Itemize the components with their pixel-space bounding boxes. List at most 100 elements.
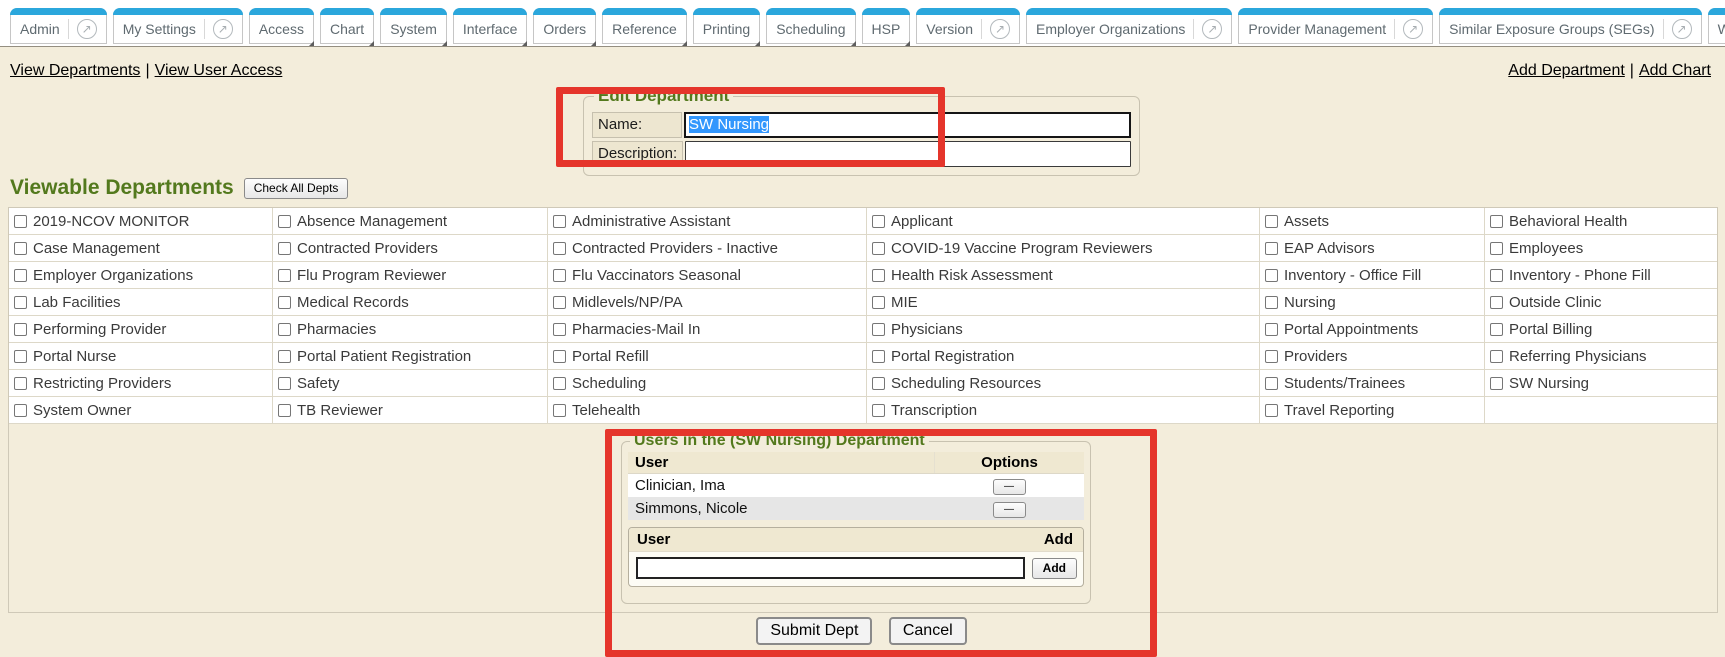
tab-label: Version — [926, 21, 973, 37]
checkbox-pharmacies-mail-in[interactable] — [553, 323, 566, 336]
dept-label: Medical Records — [297, 294, 409, 311]
dept-cell-scheduling: Scheduling — [548, 370, 867, 397]
checkbox-outside-clinic[interactable] — [1490, 296, 1503, 309]
checkbox-sw-nursing[interactable] — [1490, 377, 1503, 390]
checkbox-inventory-office-fill[interactable] — [1265, 269, 1278, 282]
tab-provider-management[interactable]: Provider Management ↗ — [1238, 8, 1433, 44]
checkbox-scheduling[interactable] — [553, 377, 566, 390]
checkbox-inventory-phone-fill[interactable] — [1490, 269, 1503, 282]
external-link-icon[interactable]: ↗ — [213, 19, 233, 39]
external-link-icon[interactable]: ↗ — [1202, 19, 1222, 39]
checkbox-flu-vaccinators-seasonal[interactable] — [553, 269, 566, 282]
dept-label: Outside Clinic — [1509, 294, 1602, 311]
checkbox-nursing[interactable] — [1265, 296, 1278, 309]
tab-my-settings[interactable]: My Settings↗ — [113, 8, 243, 44]
add-department-link[interactable]: Add Department — [1508, 62, 1625, 79]
checkbox-pharmacies[interactable] — [278, 323, 291, 336]
dept-label: Restricting Providers — [33, 375, 171, 392]
add-chart-link[interactable]: Add Chart — [1639, 62, 1711, 79]
external-link-icon[interactable]: ↗ — [77, 19, 97, 39]
tab-printing[interactable]: Printing — [693, 8, 760, 44]
checkbox-students-trainees[interactable] — [1265, 377, 1278, 390]
checkbox-portal-billing[interactable] — [1490, 323, 1503, 336]
checkbox-transcription[interactable] — [872, 404, 885, 417]
view-departments-link[interactable]: View Departments — [10, 62, 140, 79]
tab-chart[interactable]: Chart — [320, 8, 374, 44]
checkbox-restricting-providers[interactable] — [14, 377, 27, 390]
checkbox-behavioral-health[interactable] — [1490, 215, 1503, 228]
checkbox-portal-registration[interactable] — [872, 350, 885, 363]
tab-interface[interactable]: Interface — [453, 8, 527, 44]
checkbox-employer-organizations[interactable] — [14, 269, 27, 282]
checkbox-2019-ncov-monitor[interactable] — [14, 215, 27, 228]
checkbox-providers[interactable] — [1265, 350, 1278, 363]
add-user-button[interactable]: Add — [1032, 558, 1077, 579]
remove-user-button[interactable]: — — [993, 479, 1026, 495]
checkbox-medical-records[interactable] — [278, 296, 291, 309]
tab-admin[interactable]: Admin↗ — [10, 8, 107, 44]
tab-scheduling[interactable]: Scheduling — [766, 8, 855, 44]
checkbox-safety[interactable] — [278, 377, 291, 390]
tab-label: Printing — [703, 21, 750, 37]
tab-reference[interactable]: Reference — [602, 8, 687, 44]
checkbox-contracted-providers-inactive[interactable] — [553, 242, 566, 255]
check-all-depts-button[interactable]: Check All Depts — [244, 178, 349, 199]
checkbox-covid-19-vaccine-program-reviewers[interactable] — [872, 242, 885, 255]
checkbox-absence-management[interactable] — [278, 215, 291, 228]
checkbox-midlevels-np-pa[interactable] — [553, 296, 566, 309]
tab-label: Provider Management — [1248, 21, 1386, 37]
form-actions: Submit Dept Cancel — [583, 617, 1140, 645]
add-user-user-header: User — [637, 531, 670, 548]
dept-label: Providers — [1284, 348, 1347, 365]
checkbox-portal-patient-registration[interactable] — [278, 350, 291, 363]
external-link-icon[interactable]: ↗ — [990, 19, 1010, 39]
checkbox-referring-physicians[interactable] — [1490, 350, 1503, 363]
tab-work[interactable]: Work — [1708, 8, 1725, 44]
checkbox-portal-refill[interactable] — [553, 350, 566, 363]
checkbox-case-management[interactable] — [14, 242, 27, 255]
checkbox-tb-reviewer[interactable] — [278, 404, 291, 417]
checkbox-physicians[interactable] — [872, 323, 885, 336]
name-input[interactable]: SW Nursing — [684, 112, 1131, 138]
checkbox-flu-program-reviewer[interactable] — [278, 269, 291, 282]
add-user-header: User Add — [629, 528, 1083, 552]
checkbox-travel-reporting[interactable] — [1265, 404, 1278, 417]
checkbox-portal-appointments[interactable] — [1265, 323, 1278, 336]
checkbox-performing-provider[interactable] — [14, 323, 27, 336]
checkbox-portal-nurse[interactable] — [14, 350, 27, 363]
description-input[interactable] — [685, 141, 1131, 167]
checkbox-applicant[interactable] — [872, 215, 885, 228]
tab-employer-organizations[interactable]: Employer Organizations↗ — [1026, 8, 1232, 44]
dept-cell-portal-appointments: Portal Appointments — [1260, 316, 1485, 343]
cancel-button[interactable]: Cancel — [889, 617, 967, 645]
checkbox-eap-advisors[interactable] — [1265, 242, 1278, 255]
external-link-icon[interactable]: ↗ — [1403, 19, 1423, 39]
tab-access[interactable]: Access — [249, 8, 314, 44]
checkbox-lab-facilities[interactable] — [14, 296, 27, 309]
dept-label: COVID-19 Vaccine Program Reviewers — [891, 240, 1152, 257]
tab-version[interactable]: Version ↗ — [916, 8, 1020, 44]
add-user-input[interactable] — [636, 557, 1025, 579]
dept-cell-applicant: Applicant — [867, 208, 1260, 235]
dept-cell-case-management: Case Management — [9, 235, 273, 262]
submit-dept-button[interactable]: Submit Dept — [756, 617, 872, 645]
checkbox-contracted-providers[interactable] — [278, 242, 291, 255]
checkbox-scheduling-resources[interactable] — [872, 377, 885, 390]
remove-user-button[interactable]: — — [993, 502, 1026, 518]
checkbox-assets[interactable] — [1265, 215, 1278, 228]
tab-similar-exposure-groups-segs[interactable]: Similar Exposure Groups (SEGs)↗ — [1439, 8, 1701, 44]
checkbox-health-risk-assessment[interactable] — [872, 269, 885, 282]
tab-hsp[interactable]: HSP — [862, 8, 911, 44]
dept-label: Portal Patient Registration — [297, 348, 471, 365]
view-user-access-link[interactable]: View User Access — [155, 62, 283, 79]
checkbox-telehealth[interactable] — [553, 404, 566, 417]
tab-system[interactable]: System — [380, 8, 447, 44]
description-label: Description: — [592, 141, 683, 167]
external-link-icon[interactable]: ↗ — [1672, 19, 1692, 39]
dept-cell-health-risk-assessment: Health Risk Assessment — [867, 262, 1260, 289]
checkbox-system-owner[interactable] — [14, 404, 27, 417]
checkbox-employees[interactable] — [1490, 242, 1503, 255]
tab-orders[interactable]: Orders — [533, 8, 596, 44]
checkbox-administrative-assistant[interactable] — [553, 215, 566, 228]
checkbox-mie[interactable] — [872, 296, 885, 309]
